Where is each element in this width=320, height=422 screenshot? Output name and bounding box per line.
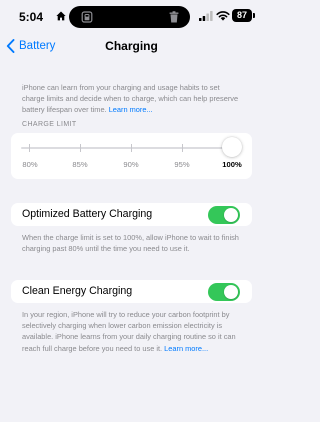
learn-more-link[interactable]: Learn more... — [109, 105, 153, 114]
optimized-charging-label: Optimized Battery Charging — [22, 208, 153, 220]
charge-limit-tick — [182, 144, 183, 152]
battery-percentage: 87 — [236, 10, 247, 20]
clean-energy-label: Clean Energy Charging — [22, 285, 133, 297]
optimized-charging-toggle[interactable] — [208, 206, 240, 224]
battery-icon: 87 — [232, 9, 252, 22]
charge-limit-tick — [29, 144, 30, 152]
optimized-charging-row: Optimized Battery Charging — [11, 203, 252, 226]
toggle-knob — [224, 285, 238, 299]
clean-energy-learn-more-link[interactable]: Learn more... — [164, 344, 208, 353]
lock-icon — [81, 11, 93, 23]
toggle-knob — [224, 208, 238, 222]
status-time: 5:04 — [19, 10, 44, 24]
charge-limit-tick — [80, 144, 81, 152]
navigation-bar: Battery Charging — [0, 32, 263, 60]
charge-limit-header: CHARGE LIMIT — [22, 121, 77, 128]
charge-limit-option-90[interactable]: 90% — [116, 160, 146, 169]
charge-limit-option-85[interactable]: 85% — [65, 160, 95, 169]
status-bar: 5:04 87 — [0, 0, 263, 32]
charge-limit-card: 80% 85% 90% 95% 100% — [11, 133, 252, 179]
intro-description: iPhone can learn from your charging and … — [22, 82, 244, 116]
clean-energy-toggle[interactable] — [208, 283, 240, 301]
cellular-signal-icon — [199, 11, 213, 21]
battery-tip — [253, 13, 255, 18]
charge-limit-tick — [131, 144, 132, 152]
clean-energy-row: Clean Energy Charging — [11, 280, 252, 303]
optimized-charging-footnote: When the charge limit is set to 100%, al… — [22, 233, 239, 254]
wifi-icon — [216, 11, 230, 21]
dynamic-island — [69, 6, 190, 28]
charge-limit-track[interactable] — [21, 147, 233, 149]
charge-limit-option-80[interactable]: 80% — [15, 160, 45, 169]
charge-limit-option-95[interactable]: 95% — [167, 160, 197, 169]
charge-limit-option-100[interactable]: 100% — [217, 160, 247, 169]
charge-limit-slider-thumb[interactable] — [222, 137, 242, 157]
page-title: Charging — [105, 39, 158, 53]
clean-energy-footnote: In your region, iPhone will try to reduc… — [22, 309, 246, 354]
trash-icon — [169, 11, 179, 23]
home-icon — [56, 11, 66, 21]
